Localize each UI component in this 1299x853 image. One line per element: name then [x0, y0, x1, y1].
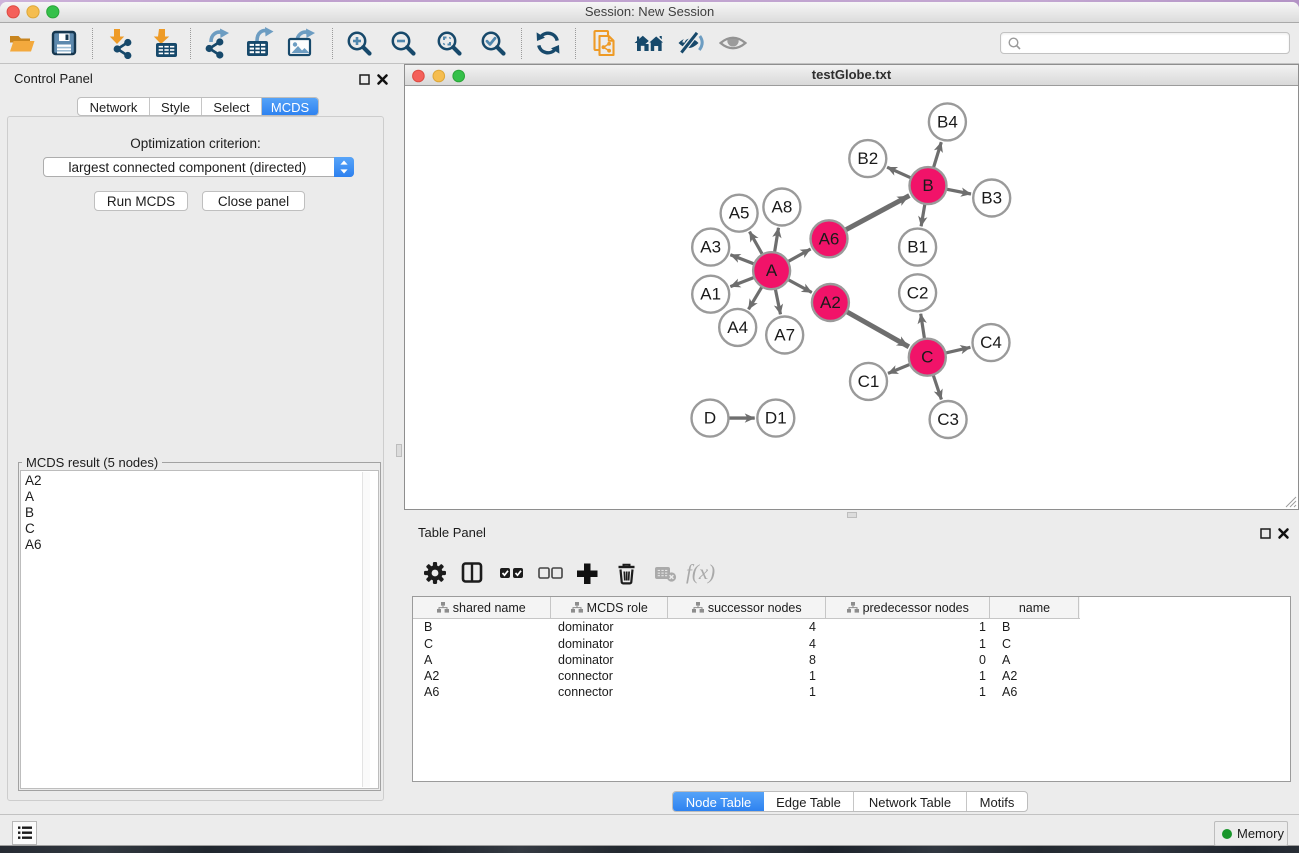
svg-text:B: B — [922, 176, 933, 195]
svg-text:D: D — [704, 409, 716, 428]
svg-text:A4: A4 — [727, 318, 748, 337]
svg-text:A5: A5 — [729, 204, 750, 223]
svg-text:C2: C2 — [907, 283, 929, 302]
svg-text:B1: B1 — [907, 238, 928, 257]
svg-text:B2: B2 — [857, 149, 878, 168]
svg-text:A2: A2 — [820, 293, 841, 312]
svg-text:D1: D1 — [765, 409, 787, 428]
svg-text:f(x): f(x) — [686, 560, 715, 584]
svg-text:C: C — [921, 348, 933, 367]
svg-text:A7: A7 — [774, 326, 795, 345]
svg-text:A6: A6 — [819, 229, 840, 248]
svg-text:B4: B4 — [937, 112, 958, 131]
svg-text:C3: C3 — [937, 410, 959, 429]
svg-text:A8: A8 — [772, 198, 793, 217]
svg-text:A1: A1 — [700, 285, 721, 304]
svg-text:A3: A3 — [700, 238, 721, 257]
svg-text:B3: B3 — [981, 189, 1002, 208]
svg-text:C4: C4 — [980, 333, 1002, 352]
svg-text:C1: C1 — [858, 372, 880, 391]
svg-text:A: A — [766, 261, 778, 280]
